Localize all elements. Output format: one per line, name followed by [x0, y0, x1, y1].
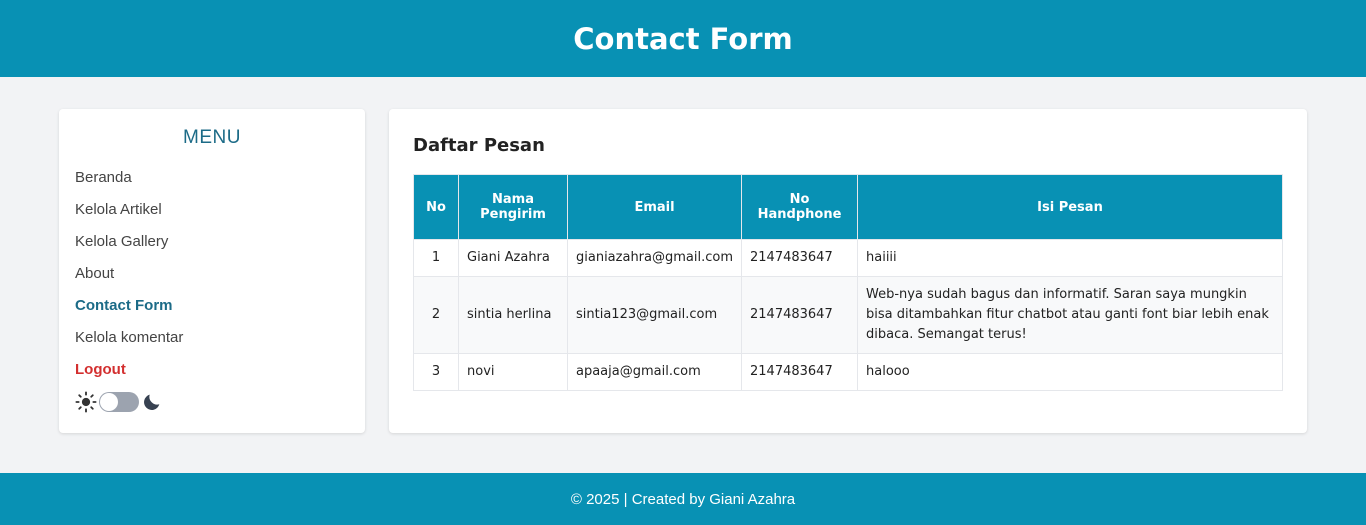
nav-item-kelola-gallery[interactable]: Kelola Gallery: [75, 231, 349, 263]
cell-no: 1: [413, 239, 459, 277]
page-footer: © 2025 | Created by Giani Azahra: [0, 473, 1366, 525]
section-heading: Daftar Pesan: [413, 135, 545, 156]
theme-switch[interactable]: [99, 392, 139, 412]
nav-item-contact-form[interactable]: Contact Form: [75, 295, 349, 327]
cell-phone: 2147483647: [741, 353, 858, 391]
cell-message: haiiii: [857, 239, 1283, 277]
column-header-phone: No Handphone: [741, 174, 858, 240]
cell-email: apaaja@gmail.com: [567, 353, 742, 391]
table-header-row: No Nama Pengirim Email No Handphone Isi …: [413, 174, 1283, 240]
logout-link[interactable]: Logout: [75, 359, 349, 391]
menu-title: MENU: [183, 127, 241, 148]
table-row: 3 novi apaaja@gmail.com 2147483647 haloo…: [413, 353, 1283, 391]
nav-item-kelola-artikel[interactable]: Kelola Artikel: [75, 199, 349, 231]
table-row: 1 Giani Azahra gianiazahra@gmail.com 214…: [413, 239, 1283, 277]
page-title: Contact Form: [573, 21, 793, 56]
cell-phone: 2147483647: [741, 276, 858, 354]
cell-email: sintia123@gmail.com: [567, 276, 742, 354]
messages-table: No Nama Pengirim Email No Handphone Isi …: [413, 174, 1283, 391]
sun-icon: [75, 391, 97, 413]
cell-phone: 2147483647: [741, 239, 858, 277]
cell-message: halooo: [857, 353, 1283, 391]
nav-item-kelola-komentar[interactable]: Kelola komentar: [75, 327, 349, 359]
sidebar-menu: MENU Beranda Kelola Artikel Kelola Galle…: [59, 109, 365, 433]
theme-toggle: [75, 391, 349, 413]
cell-no: 3: [413, 353, 459, 391]
nav-item-about[interactable]: About: [75, 263, 349, 295]
theme-switch-knob: [100, 393, 118, 411]
column-header-name: Nama Pengirim: [458, 174, 568, 240]
cell-name: sintia herlina: [458, 276, 568, 354]
moon-icon: [144, 394, 160, 410]
main-content: Daftar Pesan No Nama Pengirim Email No H…: [389, 109, 1307, 433]
cell-email: gianiazahra@gmail.com: [567, 239, 742, 277]
nav-item-beranda[interactable]: Beranda: [75, 167, 349, 199]
footer-text: © 2025 | Created by Giani Azahra: [570, 490, 796, 508]
column-header-no: No: [413, 174, 459, 240]
column-header-email: Email: [567, 174, 742, 240]
cell-name: novi: [458, 353, 568, 391]
cell-message: Web-nya sudah bagus dan informatif. Sara…: [857, 276, 1283, 354]
column-header-message: Isi Pesan: [857, 174, 1283, 240]
page-header: Contact Form: [0, 0, 1366, 77]
table-row: 2 sintia herlina sintia123@gmail.com 214…: [413, 276, 1283, 354]
cell-name: Giani Azahra: [458, 239, 568, 277]
cell-no: 2: [413, 276, 459, 354]
